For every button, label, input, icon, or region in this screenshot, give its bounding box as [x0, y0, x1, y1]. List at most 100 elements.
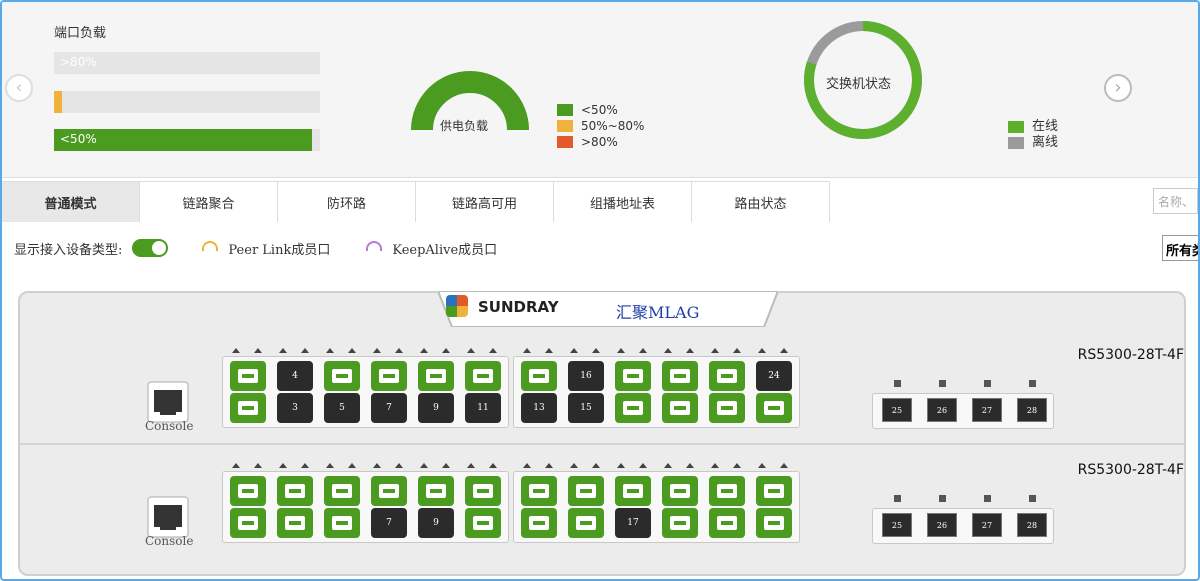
ethernet-port[interactable]: [277, 508, 313, 538]
ethernet-port[interactable]: [615, 476, 651, 506]
ethernet-port[interactable]: [371, 361, 407, 391]
ethernet-port[interactable]: [662, 476, 698, 506]
ethernet-port[interactable]: 11: [465, 393, 501, 423]
device-icon: [238, 401, 258, 415]
device-type-toggle[interactable]: [132, 239, 169, 257]
ethernet-port[interactable]: 4: [277, 361, 313, 391]
device-icon: [379, 484, 399, 498]
ethernet-port[interactable]: [662, 508, 698, 538]
port-load-bar: >80%: [54, 52, 320, 74]
sfp-port[interactable]: 26: [927, 398, 957, 422]
brand-logo-icon: [446, 295, 468, 317]
switch-model: RS5300-28T-4F: [1077, 462, 1184, 478]
ethernet-port[interactable]: 9: [418, 508, 454, 538]
port-led-icon: [711, 348, 719, 353]
ethernet-port[interactable]: 15: [568, 393, 604, 423]
tab-4[interactable]: 链路高可用: [416, 182, 554, 222]
tab-5[interactable]: 组播地址表: [554, 182, 692, 222]
port-led-icon: [232, 348, 240, 353]
ethernet-port[interactable]: [756, 508, 792, 538]
port-led-icon: [545, 463, 553, 468]
port-led-icon: [301, 348, 309, 353]
port-load-bar-label: <50%: [60, 132, 97, 146]
ethernet-port[interactable]: [615, 361, 651, 391]
device-icon: [623, 369, 643, 383]
ethernet-port[interactable]: 16: [568, 361, 604, 391]
switch-row: RS5300-28T-4F Console 4 3 5 7 9 11 13 16 15 24 25 26 2…: [20, 342, 1184, 472]
ethernet-port[interactable]: 17: [615, 508, 651, 538]
ethernet-port[interactable]: [709, 476, 745, 506]
sfp-port[interactable]: 25: [882, 513, 912, 537]
ethernet-port[interactable]: [568, 476, 604, 506]
ethernet-port[interactable]: [521, 508, 557, 538]
port-led-icon: [545, 348, 553, 353]
switch-row: RS5300-28T-4F Console 7 9 17 25 26 27 28: [20, 457, 1184, 579]
ethernet-port[interactable]: [615, 393, 651, 423]
ethernet-port[interactable]: [324, 476, 360, 506]
ethernet-port[interactable]: [230, 393, 266, 423]
ethernet-port[interactable]: [418, 361, 454, 391]
ethernet-port[interactable]: 5: [324, 393, 360, 423]
ethernet-port[interactable]: [230, 508, 266, 538]
port-led-icon: [664, 463, 672, 468]
legend-label: 离线: [1032, 135, 1059, 150]
ethernet-port[interactable]: [277, 476, 313, 506]
tab-1[interactable]: 普通模式: [2, 182, 140, 222]
ethernet-port[interactable]: 13: [521, 393, 557, 423]
port-led-icon: [279, 463, 287, 468]
ethernet-port[interactable]: [709, 361, 745, 391]
ethernet-port[interactable]: [662, 361, 698, 391]
legend-item: >80%: [557, 136, 644, 148]
ethernet-port[interactable]: [465, 508, 501, 538]
ethernet-port[interactable]: 9: [418, 393, 454, 423]
port-led-icon: [592, 348, 600, 353]
options-row: 显示接入设备类型: Peer Link成员口 KeepAlive成员口: [14, 236, 497, 260]
ethernet-port[interactable]: 3: [277, 393, 313, 423]
port-led-icon: [489, 348, 497, 353]
sfp-port[interactable]: 25: [882, 398, 912, 422]
console-label: Console: [145, 534, 194, 548]
ethernet-port[interactable]: [465, 476, 501, 506]
ethernet-port[interactable]: [756, 393, 792, 423]
ethernet-port[interactable]: [521, 361, 557, 391]
port-led-icon: [758, 463, 766, 468]
ethernet-port[interactable]: [662, 393, 698, 423]
next-arrow-icon[interactable]: ›: [1104, 74, 1132, 102]
ethernet-port[interactable]: [371, 476, 407, 506]
tab-6[interactable]: 路由状态: [692, 182, 830, 222]
device-filter-select[interactable]: 所有类: [1162, 235, 1198, 261]
sfp-port[interactable]: 28: [1017, 398, 1047, 422]
device-icon: [764, 401, 784, 415]
device-icon: [623, 401, 643, 415]
sfp-port[interactable]: 28: [1017, 513, 1047, 537]
port-led-icon: [442, 348, 450, 353]
console-port[interactable]: [146, 495, 190, 539]
sfp-port[interactable]: 26: [927, 513, 957, 537]
ethernet-port[interactable]: [709, 508, 745, 538]
ethernet-port[interactable]: [230, 476, 266, 506]
tab-2[interactable]: 链路聚合: [140, 182, 278, 222]
device-icon: [238, 484, 258, 498]
prev-arrow-icon[interactable]: ‹: [5, 74, 33, 102]
ethernet-port[interactable]: [709, 393, 745, 423]
ethernet-port[interactable]: [324, 508, 360, 538]
search-input[interactable]: 名称、: [1153, 188, 1198, 214]
sfp-led: [1029, 380, 1036, 387]
ethernet-port[interactable]: 24: [756, 361, 792, 391]
ethernet-port[interactable]: [465, 361, 501, 391]
ethernet-port[interactable]: 7: [371, 393, 407, 423]
sfp-port[interactable]: 27: [972, 513, 1002, 537]
ethernet-port[interactable]: 7: [371, 508, 407, 538]
console-port[interactable]: [146, 380, 190, 424]
legend-item: 50%~80%: [557, 120, 644, 132]
ethernet-port[interactable]: [324, 361, 360, 391]
sfp-port[interactable]: 27: [972, 398, 1002, 422]
ethernet-port[interactable]: [230, 361, 266, 391]
ethernet-port[interactable]: [568, 508, 604, 538]
ethernet-port[interactable]: [418, 476, 454, 506]
ethernet-port[interactable]: [521, 476, 557, 506]
device-icon: [426, 484, 446, 498]
port-number: 4: [292, 371, 298, 381]
ethernet-port[interactable]: [756, 476, 792, 506]
tab-3[interactable]: 防环路: [278, 182, 416, 222]
